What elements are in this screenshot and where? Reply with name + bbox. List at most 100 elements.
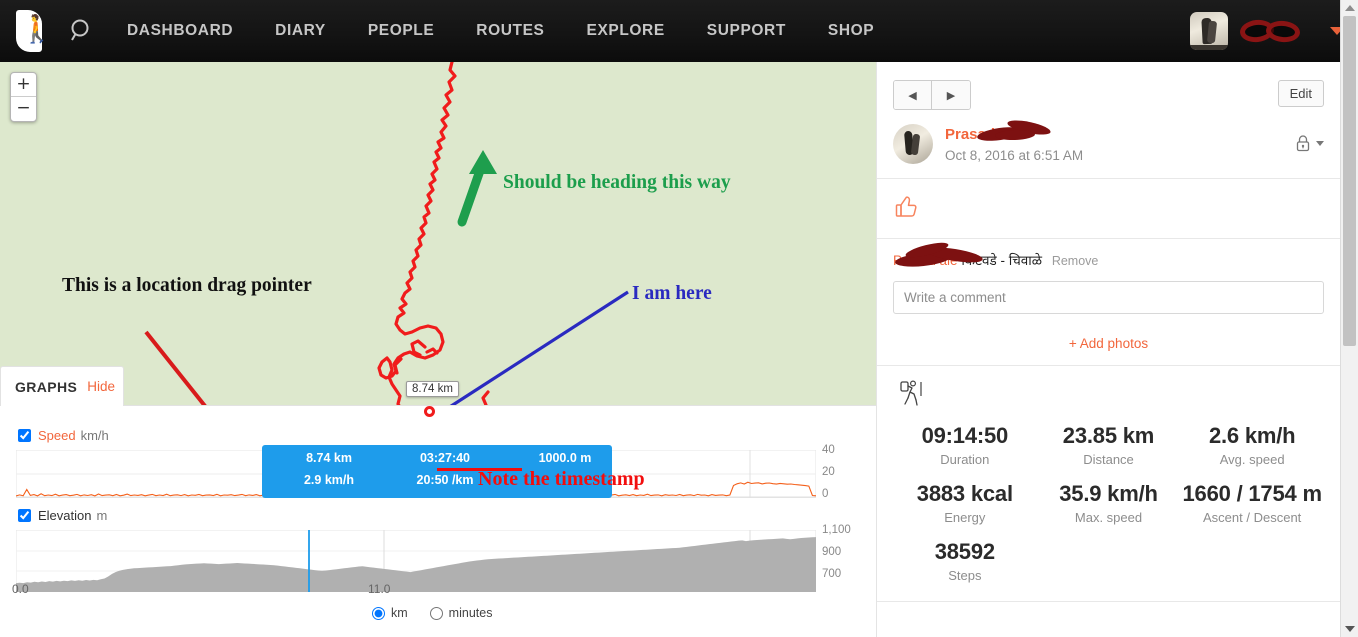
- elev-ytick-700: 700: [822, 568, 842, 580]
- graphs-tab-title: GRAPHS: [15, 378, 78, 395]
- radio-minutes[interactable]: minutes: [429, 606, 493, 620]
- x-axis-label-start: 0.0: [12, 582, 29, 596]
- radio-minutes-input[interactable]: [429, 606, 443, 620]
- elevation-series-checkbox[interactable]: [18, 509, 31, 522]
- activity-author-row: Prasad ale Oct 8, 2016 at 6:51 AM: [893, 117, 1324, 164]
- tooltip-elevation: 1000.0 m: [538, 451, 592, 465]
- nav-item-explore[interactable]: EXPLORE: [566, 0, 686, 62]
- add-photos-link[interactable]: + Add photos: [877, 320, 1340, 365]
- activity-pager: ◀ ▶: [893, 80, 971, 110]
- x-axis-unit-radios: km minutes: [372, 606, 514, 620]
- nav-links: DASHBOARD DIARY PEOPLE ROUTES EXPLORE SU…: [106, 0, 895, 62]
- graphs-hide-link[interactable]: Hide: [87, 379, 115, 394]
- search-icon[interactable]: [58, 18, 106, 44]
- stat-label: Ascent / Descent: [1203, 510, 1302, 525]
- activity-header: ◀ ▶ Edit Prasad ale Oct 8, 2016 at 6:51 …: [877, 62, 1340, 179]
- radio-km[interactable]: km: [372, 606, 408, 620]
- stat-duration: 09:14:50 Duration: [893, 423, 1037, 467]
- stat-value: 23.85 km: [1062, 423, 1155, 448]
- stat-energy: 3883 kcal Energy: [893, 481, 1037, 525]
- nav-item-diary[interactable]: DIARY: [254, 0, 347, 62]
- stat-distance: 23.85 km Distance: [1037, 423, 1181, 467]
- blue-pointer-line: [444, 290, 629, 412]
- app-root: 🚶 DASHBOARD DIARY PEOPLE ROUTES EXPLORE …: [0, 0, 1358, 637]
- stat-value: 2.6 km/h: [1208, 423, 1296, 448]
- graphs-panel: GRAPHS Hide Speed km/h 40 20 0 Elevation…: [0, 366, 876, 637]
- stat-label: Avg. speed: [1219, 452, 1285, 467]
- privacy-selector[interactable]: [1295, 134, 1324, 152]
- x-axis-label-mid: 11.0: [368, 582, 391, 596]
- nav-item-support[interactable]: SUPPORT: [686, 0, 807, 62]
- scroll-up-arrow-icon[interactable]: [1345, 5, 1355, 11]
- radio-km-input[interactable]: [372, 606, 385, 620]
- activity-date: Oct 8, 2016 at 6:51 AM: [945, 147, 1084, 163]
- thumbs-up-icon[interactable]: [893, 192, 921, 220]
- avatar[interactable]: [1190, 12, 1228, 50]
- likes-row: [877, 179, 1340, 239]
- stat-value: 09:14:50: [921, 423, 1009, 448]
- tooltip-pace: 20:50 /km: [416, 473, 474, 487]
- page-scrollbar[interactable]: [1340, 0, 1358, 637]
- top-navigation-bar: 🚶 DASHBOARD DIARY PEOPLE ROUTES EXPLORE …: [0, 0, 1358, 62]
- zoom-out-button[interactable]: −: [11, 97, 36, 121]
- tooltip-duration: 03:27:40: [419, 451, 471, 465]
- stat-label: Distance: [1083, 452, 1134, 467]
- author-avatar[interactable]: [893, 124, 933, 164]
- annotation-drag-pointer: This is a location drag pointer: [62, 275, 312, 296]
- nav-user-area: [1190, 0, 1358, 62]
- comments-section: Prasad ale किटवडे - चिवाळे Remove + Add …: [877, 239, 1340, 366]
- chevron-down-icon[interactable]: [1316, 140, 1324, 146]
- scrollbar-thumb[interactable]: [1343, 16, 1356, 346]
- speed-ytick-0: 0: [822, 488, 829, 500]
- redacted-author-name: [976, 117, 1055, 146]
- stat-avg-speed: 2.6 km/h Avg. speed: [1180, 423, 1324, 467]
- speed-series-checkbox[interactable]: [18, 429, 31, 442]
- map-zoom-controls: + −: [10, 72, 37, 122]
- stats-grid: 09:14:50 Duration 23.85 km Distance 2.6 …: [893, 423, 1324, 583]
- stat-value: 38592: [934, 539, 995, 564]
- radio-minutes-label: minutes: [448, 606, 493, 620]
- elev-ytick-1100: 1,100: [822, 524, 851, 536]
- speed-series-label: Speed: [38, 428, 76, 443]
- stat-value: 1660 / 1754 m: [1182, 481, 1322, 506]
- annotation-heading-direction: Should be heading this way: [503, 172, 731, 193]
- speed-series-unit: km/h: [80, 428, 109, 443]
- nav-item-shop[interactable]: SHOP: [807, 0, 895, 62]
- nav-item-people[interactable]: PEOPLE: [347, 0, 455, 62]
- site-logo[interactable]: 🚶: [0, 0, 58, 62]
- tooltip-speed: 2.9 km/h: [303, 473, 355, 487]
- stat-value: 3883 kcal: [916, 481, 1013, 506]
- radio-km-label: km: [391, 606, 408, 620]
- elevation-series-label: Elevation: [38, 508, 92, 523]
- zoom-in-button[interactable]: +: [11, 73, 36, 97]
- annotation-i-am-here: I am here: [632, 283, 712, 304]
- nav-item-dashboard[interactable]: DASHBOARD: [106, 0, 254, 62]
- comment-row: Prasad ale किटवडे - चिवाळे Remove: [893, 239, 1324, 271]
- next-activity-button[interactable]: ▶: [932, 81, 970, 109]
- legend-elevation[interactable]: Elevation m: [18, 508, 107, 523]
- speed-ytick-40: 40: [822, 444, 835, 456]
- speed-ytick-20: 20: [822, 466, 835, 478]
- redacted-username: [1238, 18, 1302, 44]
- stat-label: Energy: [944, 510, 986, 525]
- edit-button[interactable]: Edit: [1277, 80, 1324, 107]
- activity-stats: 09:14:50 Duration 23.85 km Distance 2.6 …: [877, 366, 1340, 602]
- elevation-series-unit: m: [96, 508, 108, 523]
- legend-speed[interactable]: Speed km/h: [18, 428, 109, 443]
- nav-item-routes[interactable]: ROUTES: [455, 0, 565, 62]
- annotation-note-timestamp: Note the timestamp: [478, 468, 645, 490]
- prev-activity-button[interactable]: ◀: [894, 81, 932, 109]
- stat-ascent-descent: 1660 / 1754 m Ascent / Descent: [1180, 481, 1324, 525]
- runner-logo-icon: 🚶: [12, 10, 54, 52]
- comment-remove-link[interactable]: Remove: [1052, 254, 1099, 268]
- map-position-marker[interactable]: [424, 406, 435, 417]
- graphs-tab[interactable]: GRAPHS Hide: [0, 366, 124, 406]
- map-marker-label: 8.74 km: [406, 381, 459, 397]
- elev-ytick-900: 900: [822, 546, 842, 558]
- comment-input[interactable]: [893, 281, 1324, 314]
- tooltip-distance: 8.74 km: [306, 451, 352, 465]
- stat-label: Duration: [940, 452, 990, 467]
- stat-steps: 38592 Steps: [893, 539, 1037, 583]
- scroll-down-arrow-icon[interactable]: [1345, 626, 1355, 632]
- elevation-chart[interactable]: [16, 530, 816, 592]
